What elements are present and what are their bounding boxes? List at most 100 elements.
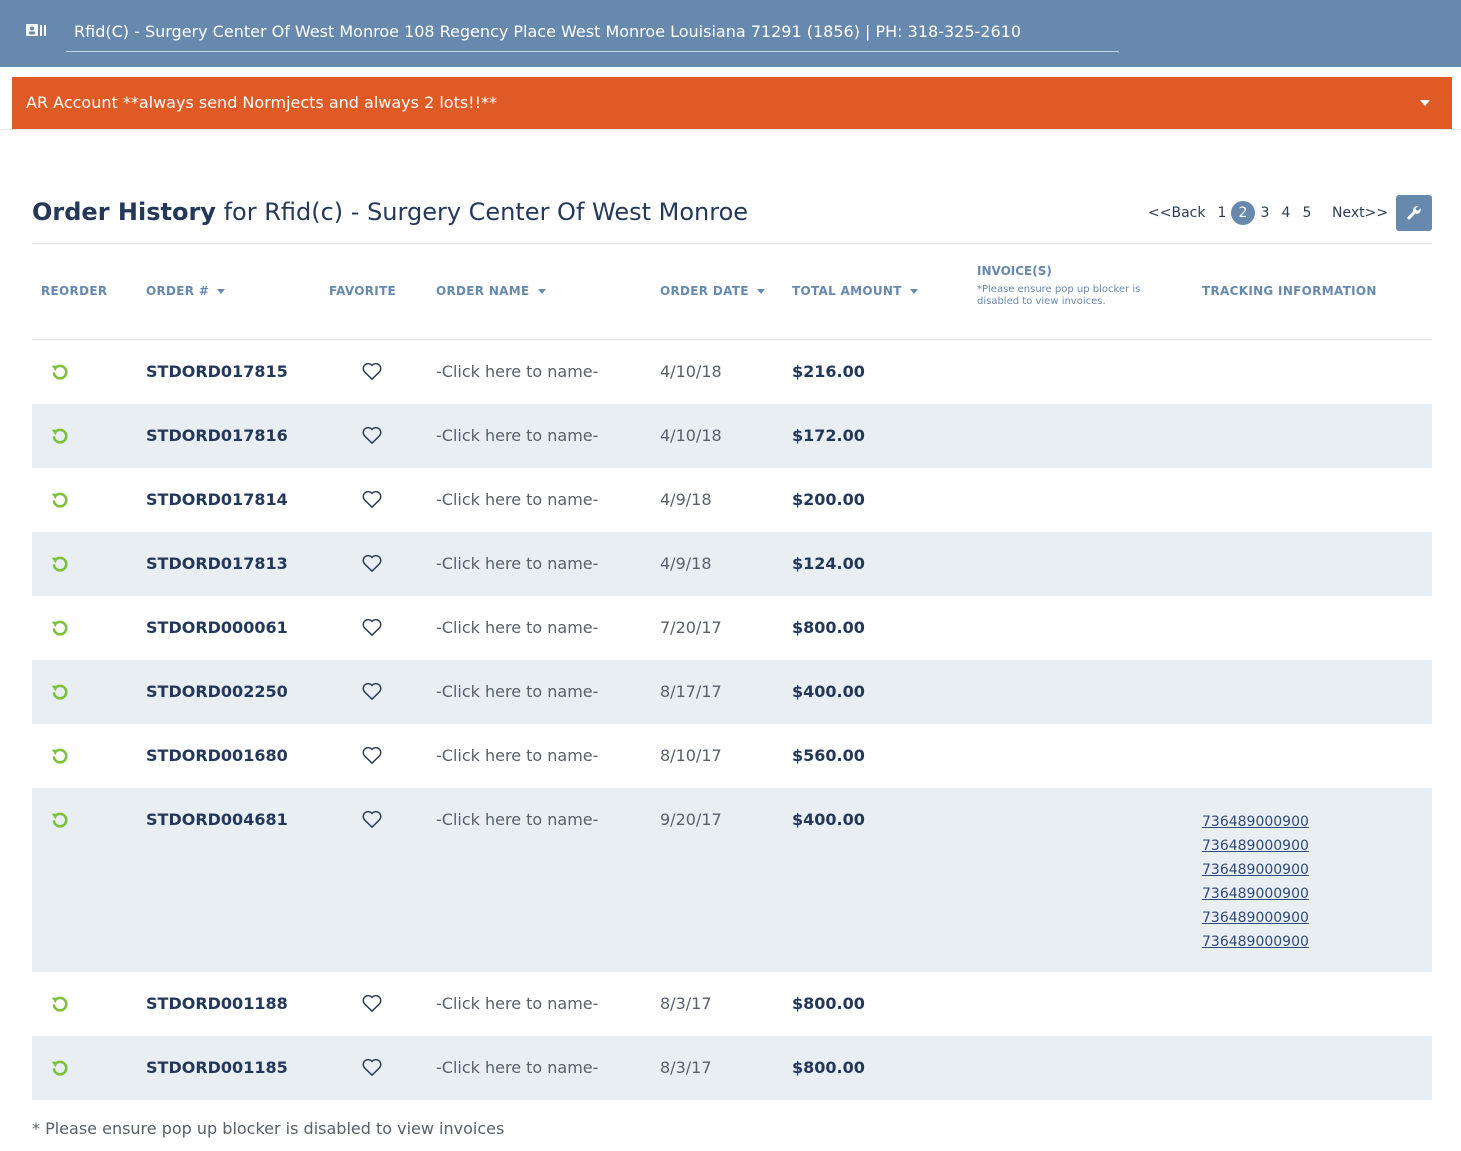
order-total: $400.00 bbox=[792, 682, 865, 701]
divider bbox=[32, 243, 1432, 244]
pagination-page-4[interactable]: 4 bbox=[1279, 201, 1293, 225]
order-name-field[interactable]: -Click here to name- bbox=[436, 618, 598, 638]
settings-button[interactable] bbox=[1396, 195, 1432, 231]
heart-icon[interactable] bbox=[361, 617, 383, 637]
order-number[interactable]: STDORD017814 bbox=[146, 490, 288, 510]
table-row: STDORD001680 -Click here to name- 8/10/17 $… bbox=[32, 724, 1432, 788]
column-header-label: ORDER DATE bbox=[660, 284, 749, 298]
chevron-down-icon[interactable] bbox=[1420, 100, 1430, 106]
pagination-page-3[interactable]: 3 bbox=[1258, 201, 1272, 225]
account-selector[interactable]: Rfid(C) - Surgery Center Of West Monroe … bbox=[66, 14, 1119, 52]
sort-caret-icon bbox=[909, 289, 918, 294]
order-name-field[interactable]: -Click here to name- bbox=[436, 994, 598, 1014]
column-header-order-date[interactable]: ORDER DATE bbox=[660, 284, 765, 298]
tracking-link[interactable]: 736489000900 bbox=[1202, 906, 1309, 930]
reorder-icon[interactable] bbox=[50, 994, 70, 1014]
tracking-link[interactable]: 736489000900 bbox=[1202, 810, 1309, 834]
order-date: 8/10/17 bbox=[660, 746, 722, 765]
order-total: $172.00 bbox=[792, 426, 865, 445]
column-header-order-number[interactable]: ORDER # bbox=[146, 284, 226, 298]
order-number[interactable]: STDORD000061 bbox=[146, 618, 288, 638]
pagination-page-2[interactable]: 2 bbox=[1231, 201, 1255, 225]
heart-icon[interactable] bbox=[361, 681, 383, 701]
pagination-page-5[interactable]: 5 bbox=[1300, 201, 1314, 225]
pagination: <<Back 1 2 3 4 5 Next>> bbox=[1148, 201, 1388, 225]
table-row: STDORD002250 -Click here to name- 8/17/17 $… bbox=[32, 660, 1432, 724]
footer-note: * Please ensure pop up blocker is disabl… bbox=[32, 1119, 505, 1138]
order-number[interactable]: STDORD001188 bbox=[146, 994, 288, 1014]
pagination-page-1[interactable]: 1 bbox=[1214, 201, 1230, 225]
order-date: 8/17/17 bbox=[660, 682, 722, 701]
account-alert-banner[interactable]: AR Account **always send Normjects and a… bbox=[12, 77, 1452, 129]
order-name-field[interactable]: -Click here to name- bbox=[436, 490, 598, 510]
heart-icon[interactable] bbox=[361, 745, 383, 765]
order-number[interactable]: STDORD017813 bbox=[146, 554, 288, 574]
column-header-label: ORDER NAME bbox=[436, 284, 530, 298]
reorder-icon[interactable] bbox=[50, 682, 70, 702]
order-number[interactable]: STDORD001185 bbox=[146, 1058, 288, 1078]
order-number[interactable]: STDORD004681 bbox=[146, 810, 288, 830]
table-row: STDORD017815 -Click here to name- 4/10/18 $… bbox=[32, 340, 1432, 404]
order-name-field[interactable]: -Click here to name- bbox=[436, 362, 598, 382]
tracking-link[interactable]: 736489000900 bbox=[1202, 858, 1309, 882]
order-history-table: STDORD017815 -Click here to name- 4/10/18 $… bbox=[32, 340, 1432, 1100]
column-header-favorite: FAVORITE bbox=[329, 284, 397, 298]
tracking-link[interactable]: 736489000900 bbox=[1202, 930, 1309, 954]
table-row: STDORD004681 -Click here to name- 9/20/17 $… bbox=[32, 788, 1432, 972]
order-total: $800.00 bbox=[792, 618, 865, 637]
reorder-icon[interactable] bbox=[50, 426, 70, 446]
heart-icon[interactable] bbox=[361, 361, 383, 381]
column-header-total-amount[interactable]: TOTAL AMOUNT bbox=[792, 284, 918, 298]
tracking-link[interactable]: 736489000900 bbox=[1202, 834, 1309, 858]
column-header-order-name[interactable]: ORDER NAME bbox=[436, 284, 546, 298]
order-total: $200.00 bbox=[792, 490, 865, 509]
reorder-icon[interactable] bbox=[50, 490, 70, 510]
address-card-icon bbox=[26, 24, 46, 36]
column-header-label: TOTAL AMOUNT bbox=[792, 284, 902, 298]
wrench-icon bbox=[1407, 205, 1421, 220]
table-row: STDORD017813 -Click here to name- 4/9/18 $1… bbox=[32, 532, 1432, 596]
order-number[interactable]: STDORD017816 bbox=[146, 426, 288, 446]
tracking-link[interactable]: 736489000900 bbox=[1202, 882, 1309, 906]
heart-icon[interactable] bbox=[361, 1057, 383, 1077]
reorder-icon[interactable] bbox=[50, 810, 70, 830]
order-date: 8/3/17 bbox=[660, 1058, 712, 1077]
table-row: STDORD001185 -Click here to name- 8/3/17 $8… bbox=[32, 1036, 1432, 1100]
pagination-next[interactable]: Next>> bbox=[1332, 201, 1388, 225]
table-row: STDORD017816 -Click here to name- 4/10/18 $… bbox=[32, 404, 1432, 468]
order-name-field[interactable]: -Click here to name- bbox=[436, 554, 598, 574]
order-total: $400.00 bbox=[792, 810, 865, 829]
order-date: 4/10/18 bbox=[660, 362, 722, 381]
column-header-label: ORDER # bbox=[146, 284, 210, 298]
heart-icon[interactable] bbox=[361, 993, 383, 1013]
reorder-icon[interactable] bbox=[50, 618, 70, 638]
heart-icon[interactable] bbox=[361, 809, 383, 829]
order-date: 9/20/17 bbox=[660, 810, 722, 829]
order-number[interactable]: STDORD001680 bbox=[146, 746, 288, 766]
reorder-icon[interactable] bbox=[50, 554, 70, 574]
sort-caret-icon bbox=[217, 289, 226, 294]
order-name-field[interactable]: -Click here to name- bbox=[436, 426, 598, 446]
order-name-field[interactable]: -Click here to name- bbox=[436, 810, 598, 830]
order-number[interactable]: STDORD017815 bbox=[146, 362, 288, 382]
order-name-field[interactable]: -Click here to name- bbox=[436, 746, 598, 766]
page-title-rest: for Rfid(c) - Surgery Center Of West Mon… bbox=[215, 198, 749, 226]
order-number[interactable]: STDORD002250 bbox=[146, 682, 288, 702]
invoices-note: *Please ensure pop up blocker is disable… bbox=[977, 284, 1141, 307]
column-header-label: INVOICE(S) bbox=[977, 264, 1052, 278]
heart-icon[interactable] bbox=[361, 553, 383, 573]
heart-icon[interactable] bbox=[361, 489, 383, 509]
order-name-field[interactable]: -Click here to name- bbox=[436, 682, 598, 702]
pagination-back[interactable]: <<Back bbox=[1148, 201, 1205, 225]
reorder-icon[interactable] bbox=[50, 1058, 70, 1078]
order-date: 4/9/18 bbox=[660, 554, 712, 573]
table-row: STDORD017814 -Click here to name- 4/9/18 $2… bbox=[32, 468, 1432, 532]
order-date: 7/20/17 bbox=[660, 618, 722, 637]
heart-icon[interactable] bbox=[361, 425, 383, 445]
order-total: $216.00 bbox=[792, 362, 865, 381]
order-name-field[interactable]: -Click here to name- bbox=[436, 1058, 598, 1078]
order-date: 8/3/17 bbox=[660, 994, 712, 1013]
table-row: STDORD000061 -Click here to name- 7/20/17 $… bbox=[32, 596, 1432, 660]
reorder-icon[interactable] bbox=[50, 362, 70, 382]
reorder-icon[interactable] bbox=[50, 746, 70, 766]
